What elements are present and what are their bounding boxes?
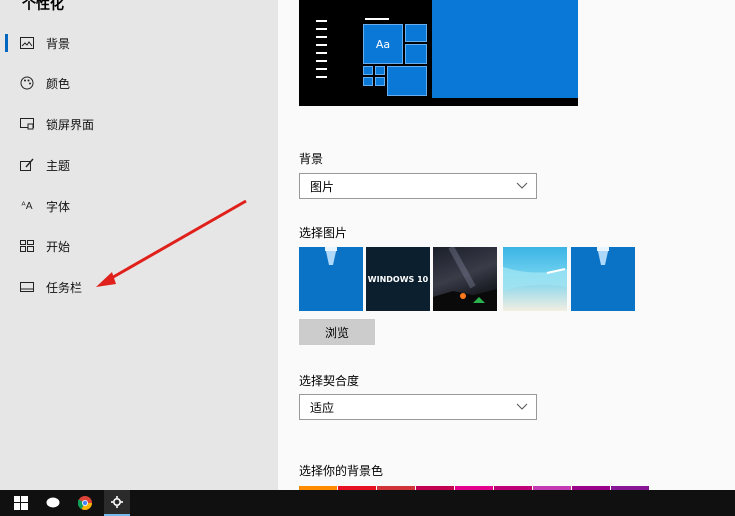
sidebar-item-start[interactable]: 开始: [0, 227, 278, 265]
sidebar-item-label: 颜色: [46, 76, 71, 91]
fit-dropdown[interactable]: 适应: [299, 394, 537, 420]
picture-thumbnail-5[interactable]: [571, 247, 635, 311]
sidebar-item-taskbar[interactable]: 任务栏: [0, 268, 278, 306]
browse-button[interactable]: 浏览: [299, 319, 375, 345]
sidebar-item-colors[interactable]: 颜色: [0, 64, 278, 102]
main-panel: Aa 背景 图片 选择图片 WINDOWS 10 浏览 选择契合度 适应 选择你…: [278, 0, 735, 490]
sidebar-item-label: 开始: [46, 239, 71, 254]
picture-thumbnail-2[interactable]: WINDOWS 10: [366, 247, 430, 311]
preview-tile: [363, 77, 373, 86]
picture-icon: [19, 35, 35, 51]
preview-tile-aa: Aa: [363, 24, 403, 64]
preview-tile: [363, 66, 373, 75]
sidebar-item-label: 主题: [46, 158, 71, 173]
sidebar-item-label: 背景: [46, 36, 71, 51]
picture-thumbnail-3[interactable]: [433, 245, 497, 311]
sidebar-item-lock-screen[interactable]: 锁屏界面: [0, 105, 278, 143]
chevron-down-icon: [516, 403, 528, 410]
sidebar-title: 个性化: [22, 0, 64, 13]
background-label: 背景: [299, 152, 324, 166]
lock-screen-icon: [19, 116, 35, 132]
blue-light-icon: [597, 247, 609, 265]
background-color-label: 选择你的背景色: [299, 464, 384, 478]
picture-thumbnail-1[interactable]: [299, 247, 363, 311]
preview-desktop: [432, 0, 578, 98]
preview-tile: [387, 66, 427, 96]
windows-start-icon[interactable]: [8, 490, 34, 516]
start-icon: [19, 238, 35, 254]
taskbar-icon: [19, 279, 35, 295]
preview-tile: [405, 24, 427, 42]
picture-thumbnail-4[interactable]: [503, 247, 567, 311]
font-icon: ᴬA: [21, 200, 33, 212]
fit-label: 选择契合度: [299, 374, 360, 388]
sidebar-item-fonts[interactable]: ᴬA 字体: [0, 187, 278, 225]
background-dropdown[interactable]: 图片: [299, 173, 537, 199]
choose-picture-label: 选择图片: [299, 226, 348, 240]
preview-tile: [375, 77, 385, 86]
windows10-text-image: WINDOWS 10: [367, 274, 429, 284]
theme-icon: [19, 157, 35, 173]
night-sky-image: [433, 245, 497, 311]
start-menu-header-line: [365, 18, 389, 20]
sidebar-item-background[interactable]: 背景: [0, 24, 278, 62]
sidebar-item-label: 任务栏: [46, 280, 83, 295]
chevron-down-icon: [516, 182, 528, 189]
chat-icon[interactable]: [40, 490, 66, 516]
palette-icon: [19, 75, 35, 91]
sidebar-item-label: 字体: [46, 199, 71, 214]
chrome-icon[interactable]: [72, 490, 98, 516]
blue-light-icon: [325, 247, 337, 265]
theme-preview: Aa: [299, 0, 578, 106]
sidebar: 个性化 背景 颜色 锁屏界面 主题 ᴬA 字体 开始 任务栏: [0, 0, 278, 490]
start-menu-list: [316, 20, 327, 84]
sidebar-item-themes[interactable]: 主题: [0, 146, 278, 184]
taskbar: [0, 490, 735, 516]
preview-tile: [375, 66, 385, 75]
tile-text: Aa: [375, 37, 391, 51]
background-dropdown-value: 图片: [310, 179, 335, 194]
settings-gear-icon[interactable]: [104, 490, 130, 516]
beach-image: [503, 267, 567, 291]
preview-tile: [405, 44, 427, 64]
fit-dropdown-value: 适应: [310, 400, 335, 415]
sidebar-item-label: 锁屏界面: [46, 117, 95, 132]
selection-indicator: [5, 34, 8, 52]
